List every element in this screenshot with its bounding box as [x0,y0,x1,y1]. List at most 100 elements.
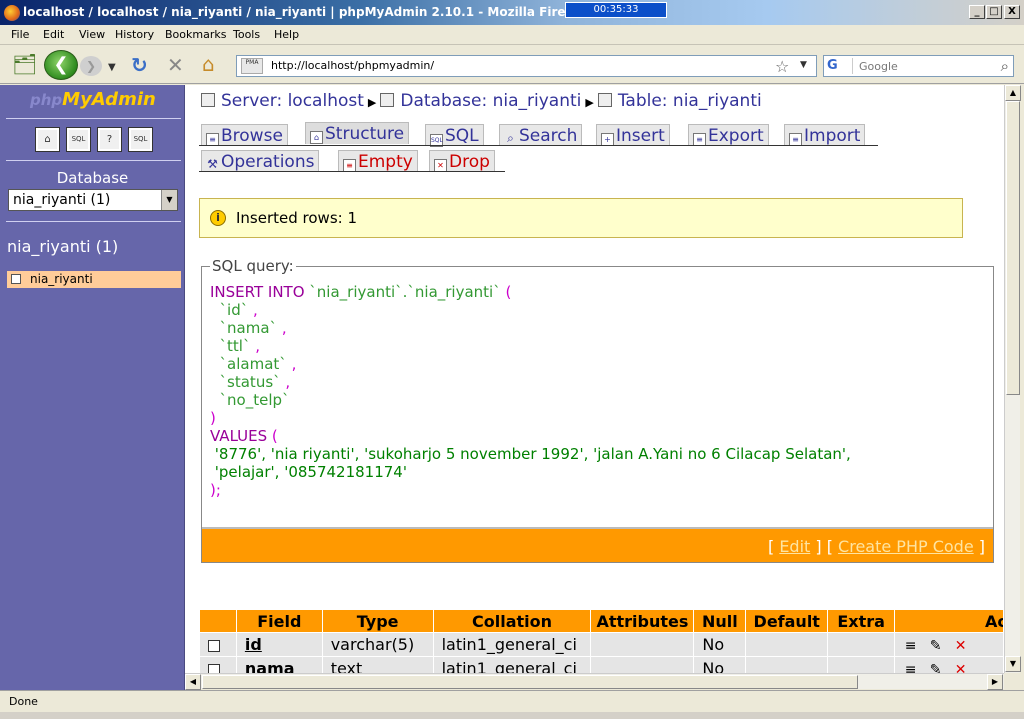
forward-button[interactable]: ❯ [80,56,102,76]
url-bar[interactable]: PMA http://localhost/phpmyadmin/ ☆ ▼ [236,55,817,77]
close-button[interactable]: X [1004,5,1020,19]
header-null[interactable]: Null [693,609,747,633]
back-button[interactable]: ❮ [44,50,78,80]
home-icon[interactable]: ⌂ [202,54,215,74]
scroll-right-icon[interactable]: ▶ [987,674,1003,690]
tab-drop[interactable]: ✕ Drop [429,150,495,172]
sql-column: `nama` [219,319,278,337]
vertical-scrollbar[interactable]: ▲ ▼ [1004,85,1021,673]
menu-help[interactable]: Help [274,28,299,41]
menu-history[interactable]: History [115,28,154,41]
docs-icon[interactable]: ? [97,127,122,152]
scroll-down-icon[interactable]: ▼ [1005,656,1021,672]
header-attributes[interactable]: Attributes [590,609,695,633]
sql-query-code: INSERT INTO `nia_riyanti`.`nia_riyanti` … [210,283,851,499]
search-input[interactable]: Google [859,60,898,73]
chevron-down-icon[interactable]: ▼ [161,190,177,210]
tab-empty[interactable]: ≡ Empty [338,150,418,172]
tab-search[interactable]: ⌕ Search [499,124,583,146]
tab-operations[interactable]: ⚒ Operations [201,150,320,172]
header-default[interactable]: Default [745,609,829,633]
reload-icon[interactable]: ↻ [131,55,148,75]
table-icon[interactable] [11,274,21,284]
success-notice: i Inserted rows: 1 [199,198,963,238]
tab-browse[interactable]: ≡ Browse [201,124,288,146]
minimize-button[interactable]: _ [969,5,985,19]
sql-punct: , [277,319,287,337]
url-text[interactable]: http://localhost/phpmyadmin/ [271,59,434,72]
field-attributes [590,656,695,673]
create-php-code-link[interactable]: Create PHP Code [838,537,974,556]
header-type[interactable]: Type [321,609,434,633]
field-actions: ≡ ✎ ✕ [894,632,1004,657]
database-select[interactable]: nia_riyanti (1) ▼ [8,189,178,211]
sql-values: '8776', 'nia riyanti', 'sukoharjo 5 nove… [214,445,851,463]
home-icon[interactable]: ⌂ [35,127,60,152]
field-actions: ≡ ✎ ✕ [894,656,1004,673]
breadcrumb-server[interactable]: Server: localhost [221,91,364,111]
clock-overlay: 00:35:33 [565,2,667,18]
field-default [745,656,829,673]
sql-punct: , [280,373,291,391]
stop-icon[interactable]: ✕ [167,55,184,75]
vertical-scroll-thumb[interactable] [1006,101,1020,395]
tab-operations-label: Operations [221,152,315,172]
sql-query-icon[interactable]: SQL [66,127,91,152]
header-action-label: Action [985,611,1003,631]
url-dropdown-icon[interactable]: ▼ [800,60,807,70]
search-icon[interactable]: ⌕ [1001,57,1009,75]
sidebar-item-label[interactable]: nia_riyanti [30,272,93,286]
scroll-left-icon[interactable]: ◀ [185,674,201,690]
header-extra[interactable]: Extra [827,609,896,633]
sidebar-divider [6,160,181,161]
header-checkbox-col [199,609,237,633]
notice-text: Inserted rows: 1 [236,209,358,227]
edit-pencil-icon[interactable]: ✎ [928,638,943,654]
tab-empty-label: Empty [358,152,413,172]
menu-file[interactable]: File [11,28,29,41]
edit-query-link[interactable]: Edit [779,537,810,556]
menu-view[interactable]: View [79,28,105,41]
row-checkbox[interactable] [208,639,220,652]
left-navigation-frame: phpMyAdmin ⌂ SQL ? SQL Database nia_riya… [0,85,185,690]
delete-icon[interactable]: ✕ [953,638,968,654]
bookmark-star-icon[interactable]: ☆ [775,57,789,76]
sidebar-item-nia-riyanti[interactable]: nia_riyanti [7,271,181,288]
header-field[interactable]: Field [235,609,323,633]
breadcrumb-table[interactable]: Table: nia_riyanti [618,91,762,111]
search-box[interactable]: G Google ⌕ [823,55,1014,77]
breadcrumb-database[interactable]: Database: nia_riyanti [400,91,581,111]
maximize-button[interactable]: □ [986,5,1002,19]
header-collation[interactable]: Collation [432,609,592,633]
horizontal-scrollbar[interactable]: ◀ ▶ [185,673,1004,690]
tab-export[interactable]: ≡ Export [688,124,769,146]
database-heading[interactable]: nia_riyanti (1) [7,237,118,256]
tab-insert[interactable]: + Insert [596,124,670,146]
edit-pencil-icon[interactable]: ✎ [928,662,943,673]
scroll-up-icon[interactable]: ▲ [1005,85,1021,101]
menu-bookmarks[interactable]: Bookmarks [165,28,226,41]
menu-tools[interactable]: Tools [233,28,260,41]
history-dropdown-icon[interactable]: ▼ [108,58,116,78]
new-tab-icon[interactable]: 🗂 [12,54,37,74]
field-default [745,632,829,657]
field-collation: latin1_general_ci [432,656,592,673]
row-checkbox-cell [199,632,237,657]
sql-docs-icon[interactable]: SQL [128,127,153,152]
field-attributes [590,632,695,657]
field-null: No [693,656,747,673]
delete-icon[interactable]: ✕ [953,662,968,673]
breadcrumb-arrow-icon: ▶ [585,96,594,109]
tab-sql[interactable]: SQL SQL [425,124,484,147]
menu-edit[interactable]: Edit [43,28,64,41]
phpmyadmin-logo[interactable]: phpMyAdmin [30,89,156,110]
row-checkbox-cell [199,656,237,673]
tab-import[interactable]: ≡ Import [784,124,866,146]
browse-distinct-icon[interactable]: ≡ [903,638,918,654]
browse-distinct-icon[interactable]: ≡ [903,662,918,673]
search-engine-icon[interactable]: G [827,58,853,74]
tab-structure[interactable]: ⌂ Structure [305,122,410,144]
horizontal-scroll-thumb[interactable] [202,675,858,689]
row-checkbox[interactable] [208,663,220,673]
sql-query-box: SQL query: INSERT INTO `nia_riyanti`.`ni… [201,257,994,563]
